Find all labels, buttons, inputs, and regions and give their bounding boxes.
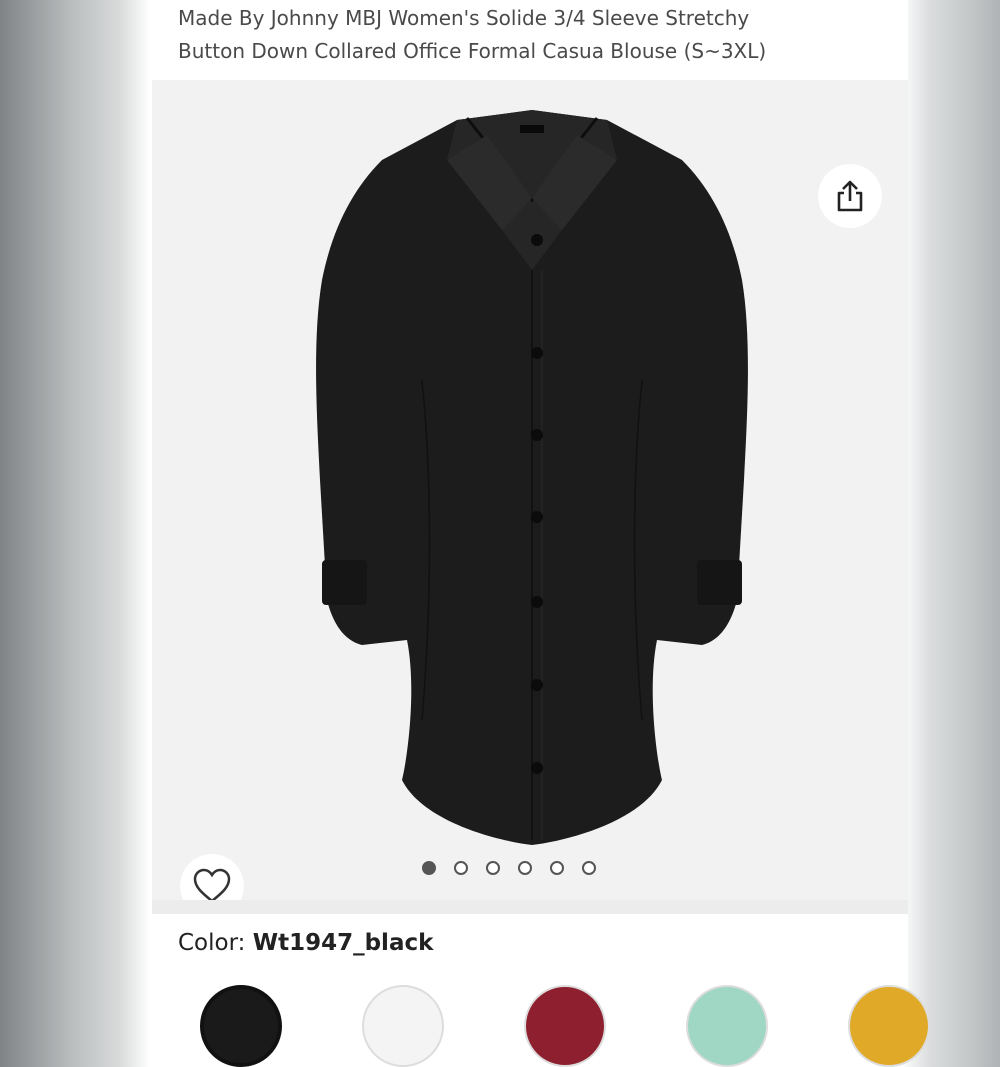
carousel-indicator <box>422 858 596 878</box>
product-image <box>316 110 748 845</box>
color-value: Wt1947_black <box>252 930 434 956</box>
color-swatch[interactable] <box>524 985 606 1067</box>
carousel-dot[interactable] <box>422 861 436 875</box>
color-swatches <box>152 985 930 1067</box>
carousel-dot[interactable] <box>518 861 532 875</box>
color-swatch[interactable] <box>362 985 444 1067</box>
section-divider <box>152 900 908 914</box>
product-title-line-1: Made By Johnny MBJ Women's Solide 3/4 Sl… <box>178 6 750 30</box>
carousel-dot[interactable] <box>486 861 500 875</box>
carousel-dot[interactable] <box>550 861 564 875</box>
share-icon <box>837 180 863 212</box>
color-selector-label: Color: Wt1947_black <box>178 930 433 956</box>
carousel-dot[interactable] <box>582 861 596 875</box>
share-button[interactable] <box>818 164 882 228</box>
carousel-dot[interactable] <box>454 861 468 875</box>
color-label: Color: <box>178 930 253 956</box>
color-swatch[interactable] <box>686 985 768 1067</box>
product-page: Made By Johnny MBJ Women's Solide 3/4 Sl… <box>152 0 930 1067</box>
product-title-line-2: Button Down Collared Office Formal Casua… <box>178 39 767 63</box>
color-swatch[interactable] <box>200 985 282 1067</box>
color-swatch[interactable] <box>848 985 930 1067</box>
product-title: Made By Johnny MBJ Women's Solide 3/4 Sl… <box>178 2 898 68</box>
heart-icon <box>193 868 231 903</box>
product-image-gallery[interactable] <box>152 80 908 918</box>
